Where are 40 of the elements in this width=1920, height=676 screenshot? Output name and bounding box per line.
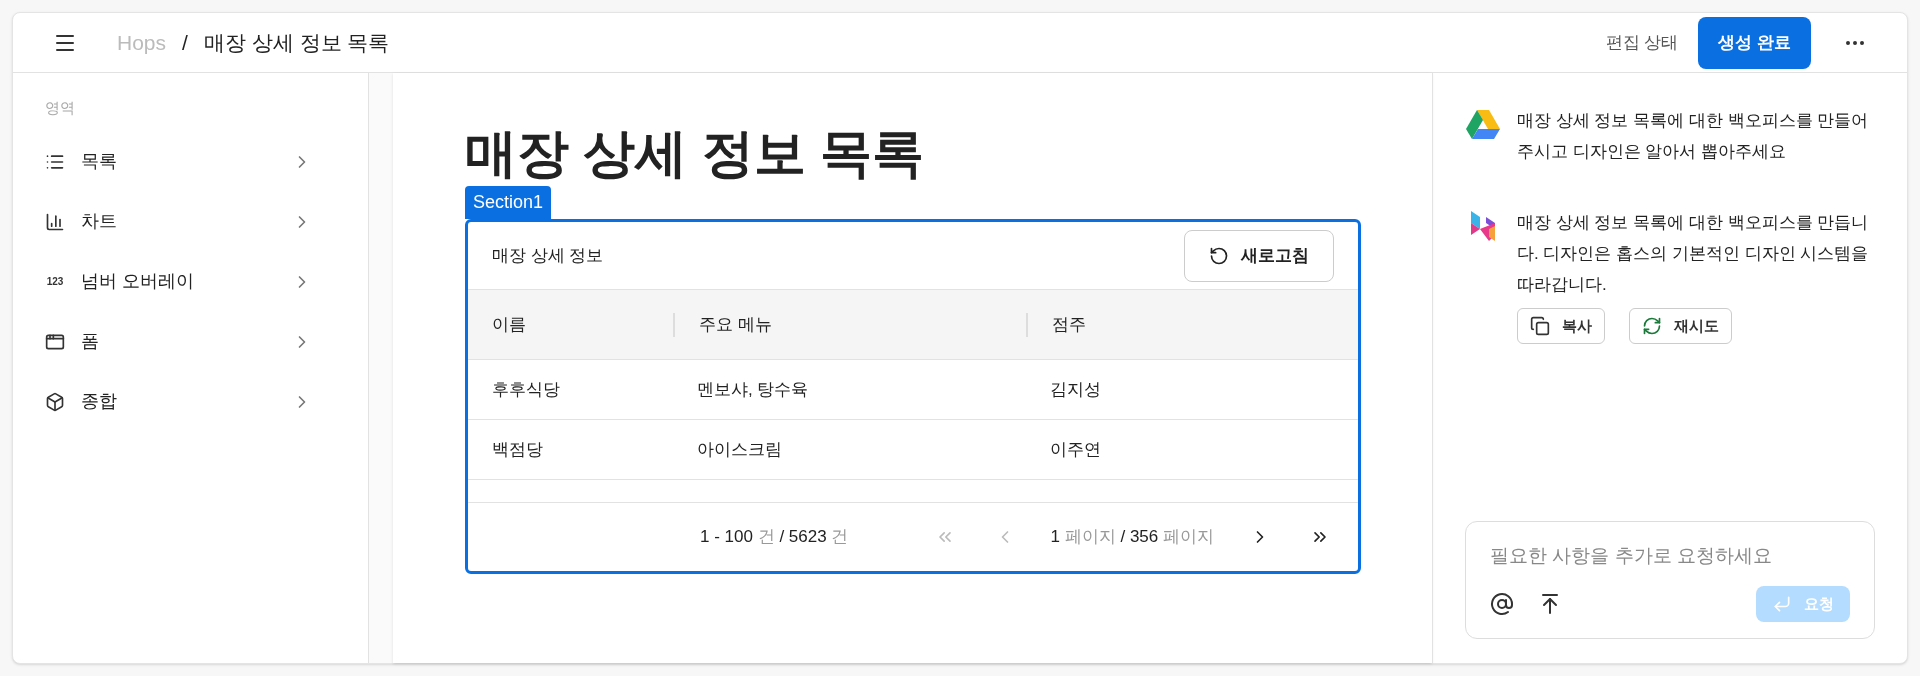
- chat-message: 매장 상세 정보 목록에 대한 백오피스를 만듭니다. 디자인은 홉스의 기본적인 디자인 시스템을 따라갑니다.: [1517, 212, 1870, 296]
- sidebar-item[interactable]: 폼: [45, 311, 336, 372]
- sidebar-item[interactable]: 목록: [45, 131, 336, 192]
- table-cell: 김지성: [1050, 379, 1101, 399]
- request-field[interactable]: 필요한 사항을 추가로 요청하세요: [1490, 541, 1850, 570]
- retry-button[interactable]: 재시도: [1629, 308, 1732, 344]
- column-header[interactable]: 이름: [492, 311, 526, 338]
- bar-chart-icon: [45, 211, 65, 232]
- return-arrow-icon: [1772, 594, 1792, 614]
- table-cell: 아이스크림: [697, 439, 782, 459]
- chat-message: 매장 상세 정보 목록에 대한 백오피스를 만들어주시고 디자인은 알아서 뽑아주세요: [1517, 110, 1870, 163]
- column-header[interactable]: 주요 메뉴: [699, 311, 772, 338]
- triangle-logo-icon: [1466, 109, 1500, 139]
- section-tag: Section1: [465, 186, 552, 219]
- table-cell: 이주연: [1050, 439, 1101, 459]
- page-title: 매장 상세 정보 목록: [465, 123, 926, 184]
- table-cell: 멘보샤, 탕수육: [697, 379, 809, 399]
- sidebar-item[interactable]: 차트: [45, 191, 336, 252]
- record-count: 1 - 100 건 / 5623 건: [700, 526, 849, 549]
- mention-icon[interactable]: [1490, 592, 1514, 616]
- column-header[interactable]: 점주: [1052, 311, 1086, 338]
- page-indicator: 1 페이지 / 356 페이지: [1050, 526, 1214, 549]
- refresh-button[interactable]: 새로고침: [1184, 229, 1334, 282]
- table-cell: 후후식당: [492, 379, 560, 399]
- status-label: 편집 상태: [1605, 31, 1679, 54]
- copy-button[interactable]: 복사: [1517, 308, 1605, 344]
- breadcrumb-current: 매장 상세 정보 목록: [203, 29, 390, 56]
- h-logo-icon: [1471, 211, 1495, 241]
- copy-icon: [1530, 316, 1550, 336]
- number-icon: 123: [45, 274, 65, 289]
- section-label: 영역: [45, 98, 76, 118]
- complete-button[interactable]: 생성 완료: [1698, 16, 1811, 69]
- sidebar-item[interactable]: 종합: [45, 371, 336, 432]
- cycle-icon: [1642, 316, 1662, 336]
- table-cell: 백점당: [492, 439, 543, 459]
- refresh-icon: [1209, 245, 1229, 266]
- table-title: 매장 상세 정보: [492, 244, 604, 267]
- sidebar-item[interactable]: 123 넘버 오버레이: [45, 251, 336, 312]
- breadcrumb-separator: /: [182, 29, 188, 56]
- cube-icon: [45, 391, 65, 412]
